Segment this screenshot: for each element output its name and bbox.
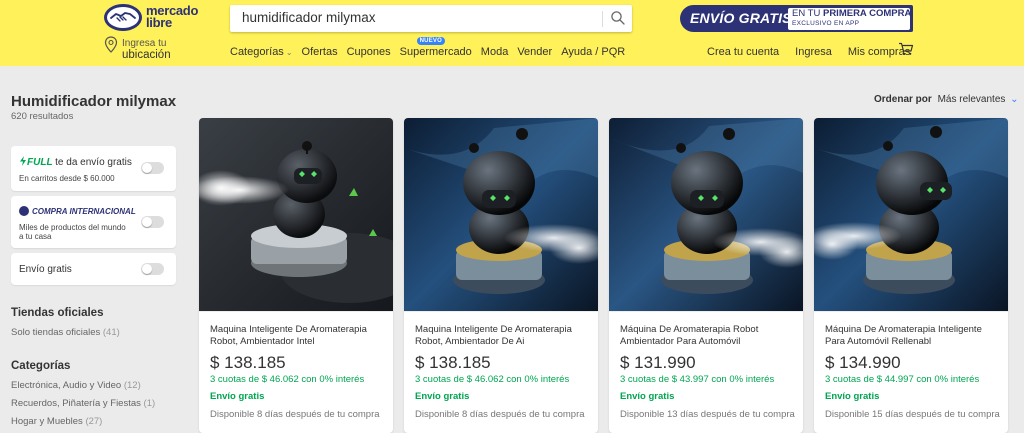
location-selector[interactable]: Ingresa tu ubicación: [104, 36, 184, 64]
official-stores-link[interactable]: Solo tiendas oficiales (41): [11, 327, 120, 338]
product-availability: Disponible 8 días después de tu compra: [415, 409, 585, 420]
search-divider: [602, 11, 603, 27]
location-label: ubicación: [122, 49, 171, 61]
nav-supermercado[interactable]: NUEVO Supermercado: [400, 37, 472, 60]
product-card[interactable]: Máquina De Aromaterapia Robot Ambientado…: [609, 118, 803, 433]
login-link[interactable]: Ingresa: [795, 46, 832, 60]
sort-value: Más relevantes: [937, 94, 1006, 105]
intl-label: COMPRA INTERNACIONAL: [32, 206, 136, 216]
full-badge: FULL: [19, 156, 55, 168]
free-shipping-label: Envío gratis: [19, 264, 72, 275]
free-shipping-promo-banner[interactable]: ENVÍO GRATIS EN TU PRIMERA COMPRA EXCLUS…: [680, 5, 913, 32]
product-shipping: Envío gratis: [620, 391, 675, 402]
location-pin-icon: [104, 36, 118, 53]
product-price: $ 138.185: [210, 353, 286, 372]
intl-subtext: Miles de productos del mundo a tu casa: [19, 223, 126, 241]
product-price: $ 131.990: [620, 353, 696, 372]
full-toggle[interactable]: [141, 162, 164, 174]
full-label: te da envío gratis: [55, 157, 132, 168]
promo-line2: EXCLUSIVO EN APP: [792, 20, 860, 27]
product-card[interactable]: Maquina Inteligente De Aromaterapia Robo…: [199, 118, 393, 433]
nav-categorias[interactable]: Categorías ⌄: [230, 46, 293, 60]
free-shipping-toggle[interactable]: [141, 263, 164, 275]
product-shipping: Envío gratis: [825, 391, 880, 402]
category-link[interactable]: Recuerdos, Piñatería y Fiestas (1): [11, 398, 155, 409]
product-installments: 3 cuotas de $ 44.997 con 0% interés: [825, 374, 980, 385]
site-header: mercado libre ENVÍO GRATIS EN TU PRIMERA…: [0, 0, 1024, 66]
product-shipping: Envío gratis: [210, 391, 265, 402]
full-subtext: En carritos desde $ 60.000: [19, 174, 115, 183]
product-availability: Disponible 13 días después de tu compra: [620, 409, 795, 420]
nav-ofertas[interactable]: Ofertas: [302, 46, 338, 60]
search-input[interactable]: [242, 10, 602, 25]
product-shipping: Envío gratis: [415, 391, 470, 402]
sort-label: Ordenar por: [874, 94, 932, 105]
promo-main-text: ENVÍO GRATIS: [690, 10, 792, 26]
categories-heading: Categorías: [11, 360, 71, 372]
location-prompt: Ingresa tu: [122, 38, 167, 49]
product-image[interactable]: [404, 118, 598, 311]
sort-dropdown[interactable]: Ordenar por Más relevantes ⌄: [874, 94, 1019, 105]
official-stores-heading: Tiendas oficiales: [11, 307, 104, 319]
product-installments: 3 cuotas de $ 46.062 con 0% interés: [210, 374, 365, 385]
nav-vender[interactable]: Vender: [517, 46, 552, 60]
category-link[interactable]: Hogar y Muebles (27): [11, 416, 102, 427]
results-title: Humidificador milymax: [11, 93, 177, 110]
product-title[interactable]: Maquina Inteligente De Aromaterapia Robo…: [415, 324, 591, 348]
product-title[interactable]: Maquina Inteligente De Aromaterapia Robo…: [210, 324, 386, 348]
nav-ayuda[interactable]: Ayuda / PQR: [561, 46, 625, 60]
product-image[interactable]: [814, 118, 1008, 311]
create-account-link[interactable]: Crea tu cuenta: [707, 46, 779, 60]
product-availability: Disponible 8 días después de tu compra: [210, 409, 380, 420]
chevron-down-icon: ⌄: [1010, 94, 1019, 105]
product-installments: 3 cuotas de $ 43.997 con 0% interés: [620, 374, 775, 385]
product-installments: 3 cuotas de $ 46.062 con 0% interés: [415, 374, 570, 385]
nav-cupones[interactable]: Cupones: [347, 46, 391, 60]
search-icon[interactable]: [610, 10, 626, 26]
product-image[interactable]: [609, 118, 803, 311]
handshake-icon: [104, 4, 142, 31]
promo-line1-bold: PRIMERA COMPRA: [822, 8, 912, 19]
product-price: $ 138.185: [415, 353, 491, 372]
promo-detail: EN TU PRIMERA COMPRA EXCLUSIVO EN APP: [788, 8, 912, 30]
free-shipping-filter[interactable]: Envío gratis: [11, 253, 176, 285]
new-badge: NUEVO: [416, 37, 445, 45]
nav-moda[interactable]: Moda: [481, 46, 509, 60]
international-filter[interactable]: COMPRA INTERNACIONAL Miles de productos …: [11, 196, 176, 248]
intl-toggle[interactable]: [141, 216, 164, 228]
product-title[interactable]: Máquina De Aromaterapia Inteligente Para…: [825, 324, 1001, 348]
results-count: 620 resultados: [11, 111, 74, 122]
product-availability: Disponible 15 días después de tu compra: [825, 409, 1000, 420]
mercadolibre-logo[interactable]: mercado libre: [104, 4, 198, 34]
product-card[interactable]: Maquina Inteligente De Aromaterapia Robo…: [404, 118, 598, 433]
product-card[interactable]: Máquina De Aromaterapia Inteligente Para…: [814, 118, 1008, 433]
main-nav: Categorías ⌄ Ofertas Cupones NUEVO Superm…: [230, 37, 625, 60]
promo-line1-pre: EN TU: [792, 8, 821, 19]
product-price: $ 134.990: [825, 353, 901, 372]
cart-icon[interactable]: [898, 42, 914, 56]
chevron-down-icon: ⌄: [285, 48, 293, 57]
lightning-icon: [20, 156, 26, 166]
search-bar: [230, 5, 632, 32]
product-title[interactable]: Máquina De Aromaterapia Robot Ambientado…: [620, 324, 796, 348]
user-links: Crea tu cuenta Ingresa Mis compras: [707, 46, 910, 60]
globe-icon: [19, 206, 29, 216]
full-shipping-filter[interactable]: FULL te da envío gratis En carritos desd…: [11, 146, 176, 191]
logo-wordmark: mercado libre: [146, 3, 199, 30]
product-image[interactable]: [199, 118, 393, 311]
category-link[interactable]: Electrónica, Audio y Video (12): [11, 380, 141, 391]
